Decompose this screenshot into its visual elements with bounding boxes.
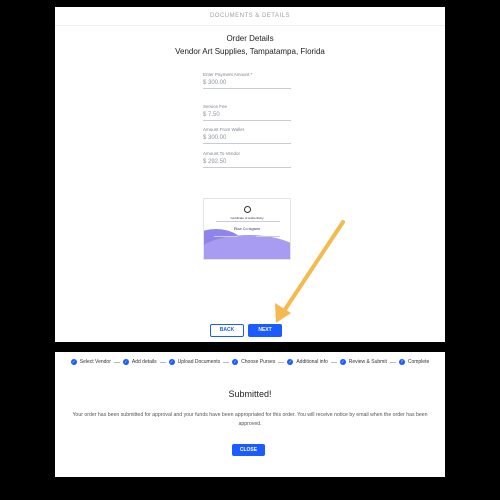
check-icon: ✓	[122, 359, 129, 365]
step-connector	[278, 361, 285, 363]
vendor-amount-value: $ 292.50	[203, 159, 291, 168]
step-label: Upload Documents	[177, 359, 221, 365]
submitted-heading: Submitted!	[228, 389, 272, 399]
payment-amount-field[interactable]: Enter Payment Amount * $ 300.00	[203, 72, 291, 89]
submission-panel: ✓ Select Vendor ✓ Add details ✓ Upload D…	[55, 352, 445, 477]
wallet-amount-label: Amount From Wallet	[203, 127, 244, 132]
check-icon: ✓	[339, 359, 346, 365]
service-fee-label: Service Fee	[203, 104, 228, 109]
close-button[interactable]: CLOSE	[232, 444, 265, 456]
progress-stepper: ✓ Select Vendor ✓ Add details ✓ Upload D…	[55, 356, 445, 368]
step-select-vendor: ✓ Select Vendor	[70, 359, 123, 365]
certificate-seal-icon	[244, 206, 251, 213]
wallet-amount-field: Amount From Wallet $ 300.00	[203, 127, 291, 144]
confirmation-message: Your order has been submitted for approv…	[72, 412, 428, 427]
payment-amount-input[interactable]: $ 300.00	[203, 80, 291, 89]
certificate-title: Certificate of Authenticity	[230, 216, 264, 220]
certificate-signature: Fine Co.signee	[233, 227, 261, 231]
vendor-subtitle: Vendor Art Supplies, Tampatampa, Florida	[175, 47, 325, 56]
service-fee-field: Service Fee $ 7.50	[203, 104, 291, 121]
step-upload-documents: ✓ Upload Documents	[168, 359, 233, 365]
step-complete: 7 Complete	[398, 359, 430, 365]
wallet-amount-value: $ 300.00	[203, 135, 291, 144]
page-title: Order Details	[226, 34, 274, 43]
step-label: Complete	[407, 359, 430, 365]
check-icon: ✓	[287, 359, 294, 365]
step-label: Review & Submit	[348, 359, 387, 365]
step-connector	[159, 361, 166, 363]
step-connector	[389, 361, 396, 363]
vendor-amount-label: Amount To Vendor	[203, 151, 240, 156]
step-label: Select Vendor	[79, 359, 111, 365]
certificate-sign-line	[214, 236, 238, 237]
step-additional-info: ✓ Additional info	[287, 359, 339, 365]
step-connector	[113, 361, 120, 363]
step-connector	[223, 361, 230, 363]
header-divider	[55, 25, 445, 26]
step-label: Additional info	[296, 359, 328, 365]
step-choose-purses: ✓ Choose Purses	[232, 359, 287, 365]
next-button[interactable]: NEXT	[248, 324, 282, 337]
step-review-submit: ✓ Review & Submit	[339, 359, 399, 365]
certificate-thumbnail[interactable]: Certificate of Authenticity Fine Co.sign…	[203, 198, 291, 260]
check-icon: ✓	[70, 359, 77, 365]
payment-amount-label: Enter Payment Amount *	[203, 72, 253, 77]
certificate-sign-line	[256, 236, 280, 237]
vendor-amount-field: Amount To Vendor $ 292.50	[203, 151, 291, 168]
step-label: Add details	[131, 359, 157, 365]
order-details-panel: DOCUMENTS & DETAILS Order Details Vendor…	[55, 7, 445, 342]
certificate-wave	[204, 235, 290, 259]
step-add-details: ✓ Add details	[122, 359, 169, 365]
step-label: Choose Purses	[241, 359, 276, 365]
check-icon: ✓	[232, 359, 239, 365]
step-connector	[330, 361, 337, 363]
certificate-text-line	[216, 221, 280, 222]
service-fee-value: $ 7.50	[203, 112, 291, 121]
section-label: DOCUMENTS & DETAILS	[209, 13, 291, 19]
step-number-badge: 7	[398, 359, 405, 365]
back-button[interactable]: BACK	[210, 324, 244, 337]
check-icon: ✓	[168, 359, 175, 365]
